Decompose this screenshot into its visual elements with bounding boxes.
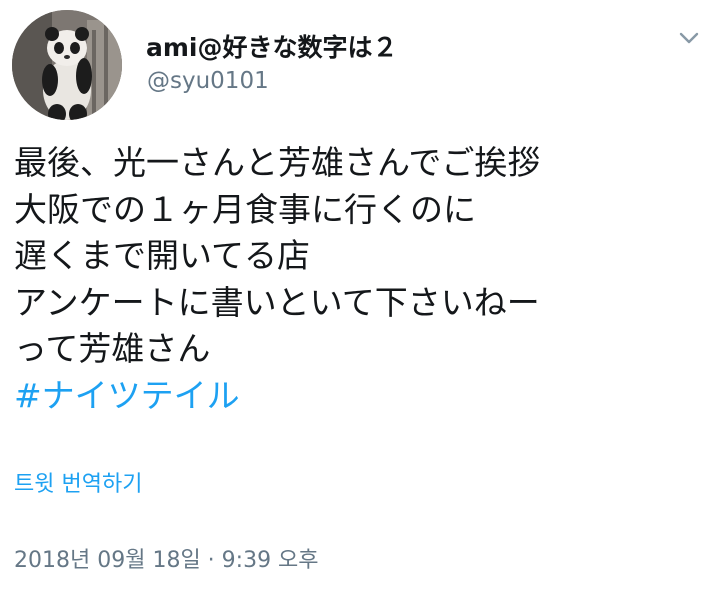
tweet-text-line: 遅くまで開いてる店 xyxy=(14,236,311,275)
tweet-text-line: 最後、光一さんと芳雄さんでご挨拶 xyxy=(14,143,541,182)
tweet-text-line: 大阪での１ヶ月食事に行くのに xyxy=(14,189,476,229)
tweet-card: ami@好きな数字は２ @syu0101 最後、光一さんと芳雄さんでご挨拶 大阪… xyxy=(0,0,720,590)
tweet-text-line: って芳雄さん xyxy=(14,329,211,368)
panda-avatar-icon xyxy=(12,10,122,120)
tweet-timestamp: 2018년 09월 18일 · 9:39 오후 xyxy=(14,548,319,573)
avatar[interactable] xyxy=(12,10,122,120)
chevron-down-icon[interactable] xyxy=(674,26,704,50)
author-handle[interactable]: @syu0101 xyxy=(147,66,269,96)
hashtag-link[interactable]: #ナイツテイル xyxy=(14,373,704,420)
author-display-name[interactable]: ami@好きな数字は２ xyxy=(146,32,398,64)
translate-tweet-link[interactable]: 트윗 번역하기 xyxy=(14,470,142,500)
tweet-text: 最後、光一さんと芳雄さんでご挨拶 大阪での１ヶ月食事に行くのに 遅くまで開いてる… xyxy=(14,140,704,419)
tweet-text-line: アンケートに書いといて下さいねー xyxy=(14,282,540,322)
